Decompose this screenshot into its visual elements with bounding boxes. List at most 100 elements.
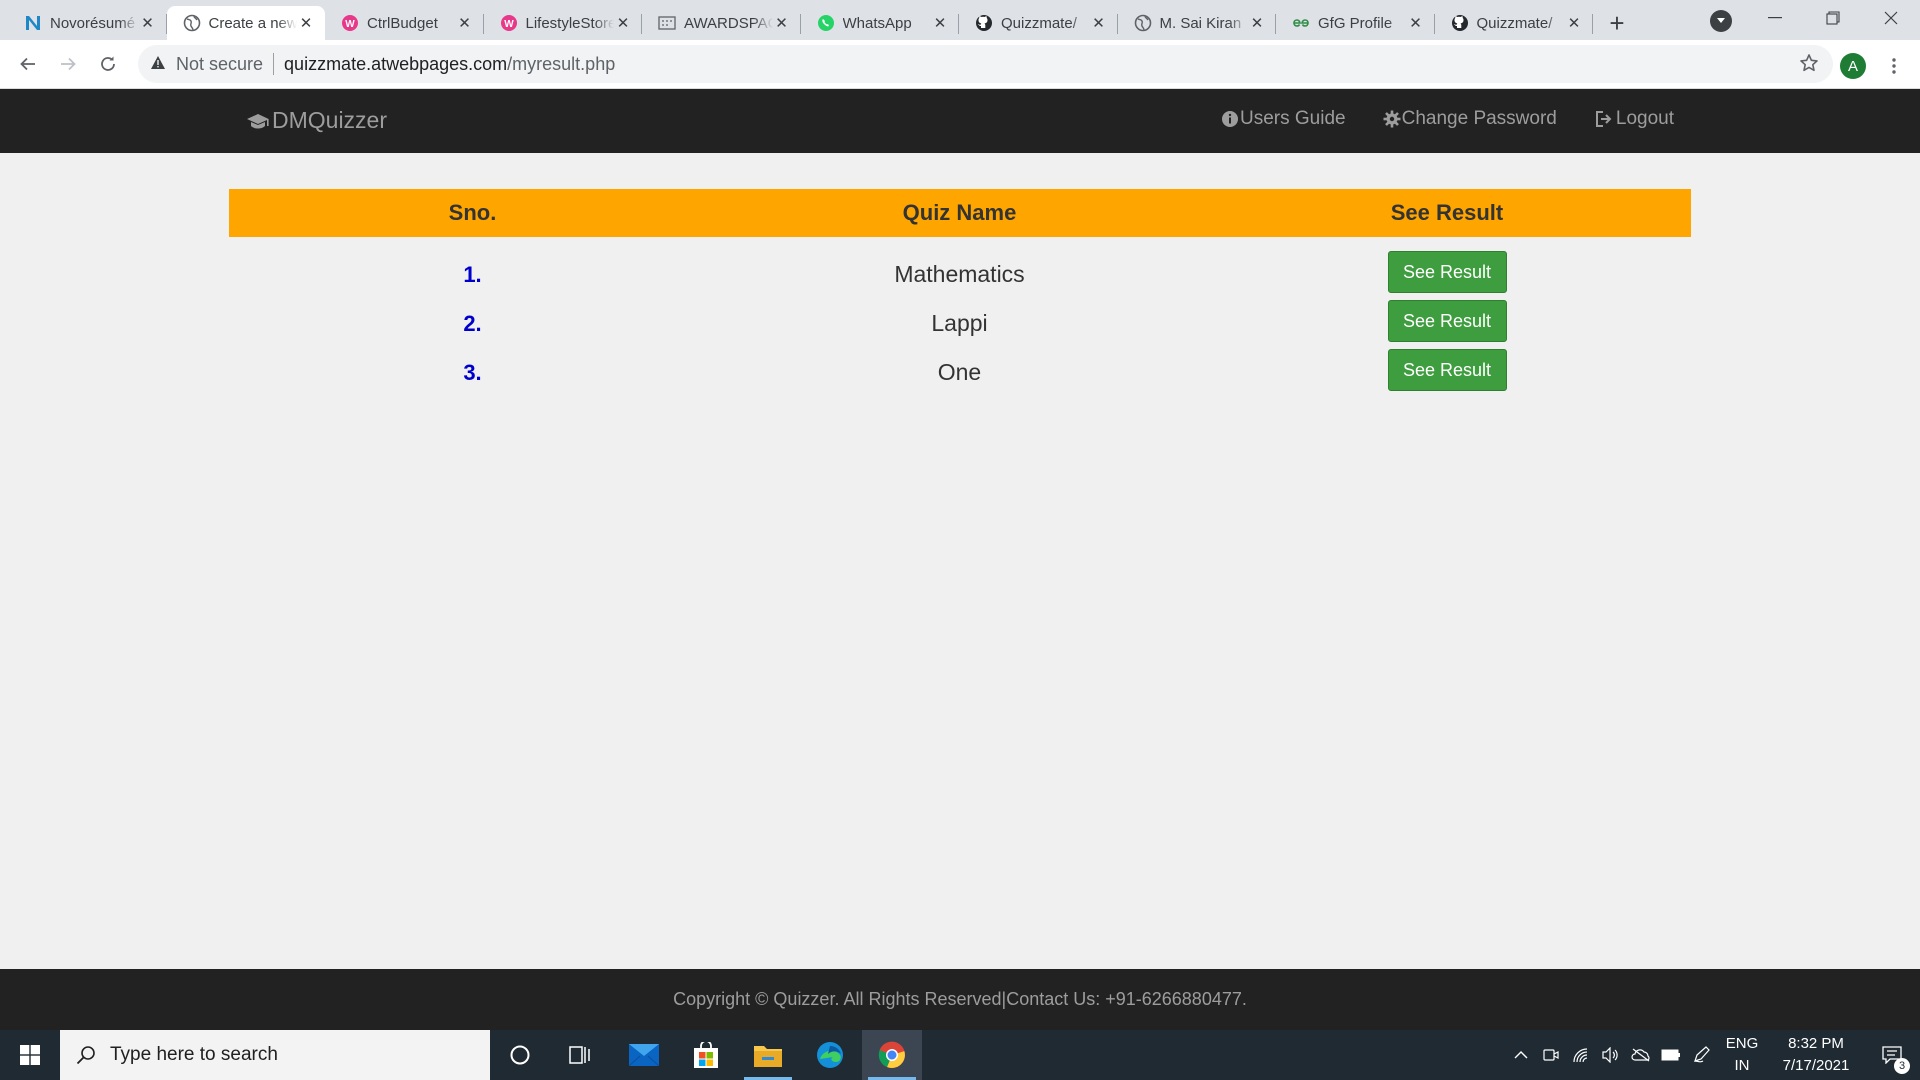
tab-create-new[interactable]: Create a new ✕ (166, 6, 325, 40)
row-sno: 3. (463, 359, 482, 385)
close-tab-icon[interactable]: ✕ (931, 14, 949, 32)
tab-whatsapp[interactable]: WhatsApp ✕ (801, 6, 960, 40)
tab-sai-kiran[interactable]: M. Sai Kiran ✕ (1118, 6, 1277, 40)
close-tab-icon[interactable]: ✕ (773, 14, 791, 32)
cortana-icon[interactable] (490, 1030, 550, 1080)
see-result-button[interactable]: See Result (1387, 348, 1507, 391)
language-indicator[interactable]: ENG IN (1716, 1033, 1768, 1077)
close-tab-icon[interactable]: ✕ (139, 14, 157, 32)
browser-menu-icon[interactable] (1884, 52, 1904, 80)
tab-ctrlbudget[interactable]: W CtrlBudget ✕ (325, 6, 484, 40)
logout-icon (1594, 110, 1612, 128)
info-icon (1221, 110, 1239, 128)
onedrive-icon[interactable] (1626, 1030, 1656, 1080)
tab-novoresume[interactable]: Novorésumé ✕ (8, 6, 167, 40)
address-bar[interactable]: Not secure quizzmate.atwebpages.com/myre… (138, 45, 1833, 83)
row-quiz-name: Mathematics (894, 261, 1025, 287)
close-tab-icon[interactable]: ✕ (297, 14, 315, 32)
tab-lifestylestore[interactable]: W LifestyleStore ✕ (484, 6, 643, 40)
table-row: 3. One See Result (229, 348, 1691, 397)
table-row: 1. Mathematics See Result (229, 250, 1691, 299)
clock[interactable]: 8:32 PM 7/17/2021 (1768, 1033, 1864, 1077)
minimize-icon[interactable] (1746, 0, 1804, 36)
close-window-icon[interactable] (1862, 0, 1920, 36)
users-guide-link[interactable]: Users Guide (1221, 108, 1346, 130)
taskbar-search-box[interactable]: Type here to search (60, 1030, 490, 1080)
pen-icon[interactable] (1686, 1030, 1716, 1080)
meet-now-icon[interactable] (1536, 1030, 1566, 1080)
change-password-link[interactable]: Change Password (1383, 108, 1557, 130)
mail-icon[interactable] (614, 1030, 674, 1080)
volume-icon[interactable] (1596, 1030, 1626, 1080)
close-tab-icon[interactable]: ✕ (1407, 14, 1425, 32)
globe-icon (1134, 14, 1152, 32)
novoresume-icon (24, 14, 42, 32)
forward-arrow-icon[interactable] (48, 44, 88, 84)
edge-browser-icon[interactable] (800, 1030, 860, 1080)
tab-gfg-profile[interactable]: GfG Profile ✕ (1276, 6, 1435, 40)
row-quiz-name: Lappi (931, 310, 988, 336)
tab-title: CtrlBudget (367, 14, 438, 32)
chrome-browser-icon[interactable] (862, 1030, 922, 1080)
close-tab-icon[interactable]: ✕ (456, 14, 474, 32)
security-status-label[interactable]: Not secure (176, 54, 263, 75)
close-tab-icon[interactable]: ✕ (1565, 14, 1583, 32)
close-tab-icon[interactable]: ✕ (1248, 14, 1266, 32)
gfg-icon (1292, 14, 1310, 32)
system-tray: ENG IN 8:32 PM 7/17/2021 3 (1506, 1030, 1920, 1080)
logout-link[interactable]: Logout (1594, 108, 1674, 130)
row-quiz-name: One (937, 359, 982, 385)
brand-link[interactable]: DMQuizzer (246, 107, 387, 134)
browser-tab-strip: Novorésumé ✕ Create a new ✕ W CtrlBudget… (0, 0, 1920, 40)
bookmark-star-icon[interactable] (1799, 53, 1819, 79)
profile-avatar[interactable]: A (1840, 53, 1866, 79)
svg-text:W: W (504, 19, 514, 30)
tab-quizzmate-github-1[interactable]: Quizzmate/ ✕ (959, 6, 1118, 40)
row-sno: 2. (463, 310, 482, 336)
tab-title: LifestyleStore (525, 14, 615, 32)
task-view-icon[interactable] (550, 1030, 610, 1080)
tab-title: GfG Profile (1318, 14, 1393, 32)
graduation-cap-icon (246, 111, 270, 131)
clock-date: 7/17/2021 (1782, 1057, 1850, 1074)
users-guide-label: Users Guide (1240, 108, 1346, 129)
table-body: 1. Mathematics See Result 2. Lappi See R… (229, 237, 1691, 397)
tab-title: M. Sai Kiran (1159, 14, 1242, 32)
results-table: Sno. Quiz Name See Result 1. Mathematics… (229, 189, 1691, 397)
browser-toolbar: Not secure quizzmate.atwebpages.com/myre… (0, 40, 1920, 89)
omnibox-divider (273, 53, 275, 75)
close-tab-icon[interactable]: ✕ (1090, 14, 1108, 32)
file-explorer-icon[interactable] (738, 1030, 798, 1080)
warning-triangle-icon[interactable] (150, 55, 166, 74)
battery-icon[interactable] (1656, 1030, 1686, 1080)
see-result-button[interactable]: See Result (1387, 299, 1507, 342)
tab-search-icon[interactable] (1710, 10, 1732, 32)
webpages-icon: W (500, 14, 518, 32)
tab-awardspace[interactable]: AWARDSPACE ✕ (642, 6, 801, 40)
gear-icon (1383, 110, 1401, 128)
window-controls (1746, 0, 1920, 36)
brand-name: DMQuizzer (272, 107, 388, 133)
whatsapp-icon (817, 14, 835, 32)
tab-title: AWARDSPACE (684, 14, 773, 32)
wifi-icon[interactable] (1566, 1030, 1596, 1080)
chevron-up-icon[interactable] (1506, 1030, 1536, 1080)
column-header-quiz-name: Quiz Name (902, 200, 1017, 225)
tab-title: Quizzmate/ (1476, 14, 1553, 32)
url-path: /myresult.php (507, 53, 616, 74)
tab-quizzmate-github-2[interactable]: Quizzmate/ ✕ (1435, 6, 1594, 40)
windows-start-icon[interactable] (0, 1030, 60, 1080)
reload-icon[interactable] (88, 44, 128, 84)
microsoft-store-icon[interactable] (676, 1030, 736, 1080)
restore-icon[interactable] (1804, 0, 1862, 36)
column-header-sno: Sno. (448, 200, 497, 225)
new-tab-button[interactable]: + (1597, 6, 1637, 40)
notification-center-icon[interactable]: 3 (1864, 1030, 1920, 1080)
notification-count-badge: 3 (1894, 1058, 1910, 1074)
close-tab-icon[interactable]: ✕ (614, 14, 632, 32)
column-header-see-result: See Result (1390, 200, 1504, 225)
url-host: quizzmate.atwebpages.com (284, 53, 508, 74)
see-result-button[interactable]: See Result (1387, 250, 1507, 293)
back-arrow-icon[interactable] (8, 44, 48, 84)
site-footer: Copyright © Quizzer. All Rights Reserved… (0, 969, 1920, 1030)
